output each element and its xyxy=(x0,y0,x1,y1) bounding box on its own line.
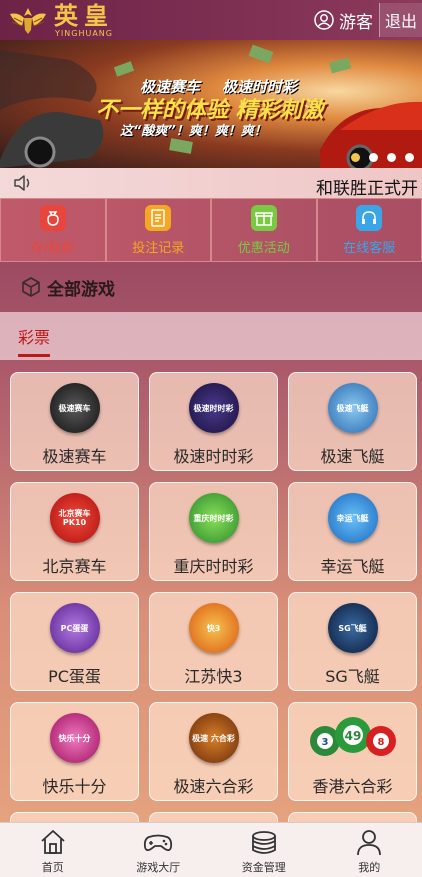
customer-service-label: 在线客服 xyxy=(343,240,396,256)
logo-title: 英皇 xyxy=(54,0,114,30)
game-card-happy-ten[interactable]: 快乐十分 快乐十分 xyxy=(10,702,139,801)
beijing-racing-icon: 北京赛车 PK10 xyxy=(49,493,100,543)
game-card-chongqing-lottery[interactable]: 重庆时时彩 重庆时时彩 xyxy=(149,482,278,581)
person-icon xyxy=(357,830,382,856)
speed-lottery-icon: 极速时时彩 xyxy=(188,383,239,433)
game-card-jiangsu-k3[interactable]: 快3 江苏快3 xyxy=(149,592,278,691)
app-logo[interactable]: 英皇 YINGHUANG xyxy=(6,0,114,38)
gift-icon xyxy=(250,204,277,231)
game-name: 极速飞艇 xyxy=(320,447,385,466)
deposit-withdraw-button[interactable]: 存/取款 xyxy=(0,198,106,262)
game-card-sg-boat[interactable]: SG飞艇 SG飞艇 xyxy=(288,592,417,691)
home-icon xyxy=(41,830,65,854)
game-card-hk-mark-six[interactable]: 3 49 8 香港六合彩 xyxy=(288,702,417,801)
notice-bar[interactable]: 和联胜正式开 xyxy=(0,168,422,198)
nav-home[interactable]: 首页 xyxy=(0,823,106,877)
nav-profile-label: 我的 xyxy=(358,861,381,874)
game-name: 江苏快3 xyxy=(184,667,243,686)
all-games-title: 全部游戏 xyxy=(47,279,115,300)
deposit-withdraw-label: 存/取款 xyxy=(31,240,75,256)
tab-lottery[interactable]: 彩票 xyxy=(18,324,50,348)
cube-icon xyxy=(22,277,40,297)
quick-actions: 存/取款 投注记录 优惠活动 在线客服 xyxy=(0,198,422,262)
nav-home-label: 首页 xyxy=(41,861,64,874)
pc-egg-icon: PC蛋蛋 xyxy=(49,603,100,653)
hk-ball-2: 49 xyxy=(344,729,361,743)
game-card-speed-boat[interactable]: 极速飞艇 极速飞艇 xyxy=(288,372,417,471)
tab-active-indicator xyxy=(18,354,50,357)
bet-history-label: 投注记录 xyxy=(132,240,185,256)
game-card-speed-lottery[interactable]: 极速时时彩 极速时时彩 xyxy=(149,372,278,471)
carousel-dot-1[interactable] xyxy=(351,153,360,162)
document-icon xyxy=(145,204,172,231)
top-header: 英皇 YINGHUANG 游客 退出 xyxy=(0,0,422,40)
jiangsu-k3-icon: 快3 xyxy=(188,603,239,653)
carousel-dots[interactable] xyxy=(342,153,414,162)
speed-mark-six-icon: 极速 六合彩 xyxy=(188,713,239,763)
nav-funds[interactable]: 资金管理 xyxy=(211,823,317,877)
logout-button[interactable]: 退出 xyxy=(378,3,422,37)
logo-subtitle: YINGHUANG xyxy=(55,28,113,38)
nav-funds-label: 资金管理 xyxy=(241,861,286,874)
guest-label[interactable]: 游客 xyxy=(339,8,373,33)
headset-icon xyxy=(356,204,383,231)
promo-banner[interactable]: 极速赛车 极速时时彩 不一样的体验 精彩刺激 这“酸爽”！爽！爽！爽！ xyxy=(0,40,422,168)
game-card-speed-racing[interactable]: 极速赛车 极速赛车 xyxy=(10,372,139,471)
hk-mark-six-icon: 3 49 8 xyxy=(309,717,396,756)
game-name: 香港六合彩 xyxy=(312,777,393,796)
game-name: 重庆时时彩 xyxy=(173,557,254,576)
nav-game-lobby-label: 游戏大厅 xyxy=(136,861,181,874)
promotions-label: 优惠活动 xyxy=(237,240,290,256)
hk-ball-3: 8 xyxy=(377,737,384,748)
game-card-partial[interactable] xyxy=(149,812,278,822)
banner-subline: 这“酸爽”！爽！爽！爽！ xyxy=(120,124,267,139)
lucky-boat-icon: 幸运飞艇 xyxy=(327,493,378,543)
promotions-button[interactable]: 优惠活动 xyxy=(211,198,317,262)
game-grid: 极速赛车 极速赛车 极速时时彩 极速时时彩 极速飞艇 极速飞艇 北京赛车 PK1… xyxy=(0,360,422,822)
game-card-pc-egg[interactable]: PC蛋蛋 PC蛋蛋 xyxy=(10,592,139,691)
game-name: 快乐十分 xyxy=(42,777,107,796)
coins-icon xyxy=(251,831,276,854)
carousel-dot-4[interactable] xyxy=(405,153,414,162)
game-name: 极速时时彩 xyxy=(173,447,254,466)
bottom-navigation: 首页 游戏大厅 资金管理 我的 xyxy=(0,822,422,877)
chongqing-lottery-icon: 重庆时时彩 xyxy=(188,493,239,543)
game-name: PC蛋蛋 xyxy=(48,667,101,686)
happy-ten-icon: 快乐十分 xyxy=(49,713,100,763)
bet-history-button[interactable]: 投注记录 xyxy=(105,198,211,262)
money-bag-icon xyxy=(39,204,66,231)
notice-marquee-text: 和联胜正式开 xyxy=(316,179,418,198)
nav-game-lobby[interactable]: 游戏大厅 xyxy=(106,823,212,877)
game-card-partial[interactable] xyxy=(10,812,139,822)
game-name: 极速赛车 xyxy=(42,447,107,466)
gamepad-icon xyxy=(144,834,173,852)
customer-service-button[interactable]: 在线客服 xyxy=(316,198,422,262)
user-icon xyxy=(314,10,334,30)
game-name: 极速六合彩 xyxy=(173,777,254,796)
all-games-header: 全部游戏 xyxy=(0,262,422,312)
nav-profile[interactable]: 我的 xyxy=(317,823,422,877)
game-name: 幸运飞艇 xyxy=(320,557,385,576)
game-card-partial[interactable] xyxy=(288,812,417,822)
game-card-lucky-boat[interactable]: 幸运飞艇 幸运飞艇 xyxy=(288,482,417,581)
speed-racing-icon: 极速赛车 xyxy=(49,383,100,433)
carousel-dot-3[interactable] xyxy=(387,153,396,162)
speed-boat-icon: 极速飞艇 xyxy=(327,383,378,433)
carousel-dot-2[interactable] xyxy=(369,153,378,162)
speaker-icon xyxy=(14,175,30,191)
game-name: 北京赛车 xyxy=(42,557,107,576)
hk-ball-1: 3 xyxy=(321,737,328,748)
sg-boat-icon: SG飞艇 xyxy=(327,603,378,653)
game-name: SG飞艇 xyxy=(325,667,380,686)
category-tabs: 彩票 xyxy=(0,312,422,360)
game-card-speed-mark-six[interactable]: 极速 六合彩 极速六合彩 xyxy=(149,702,278,801)
crown-wings-icon xyxy=(10,8,46,34)
game-card-beijing-racing[interactable]: 北京赛车 PK10 北京赛车 xyxy=(10,482,139,581)
